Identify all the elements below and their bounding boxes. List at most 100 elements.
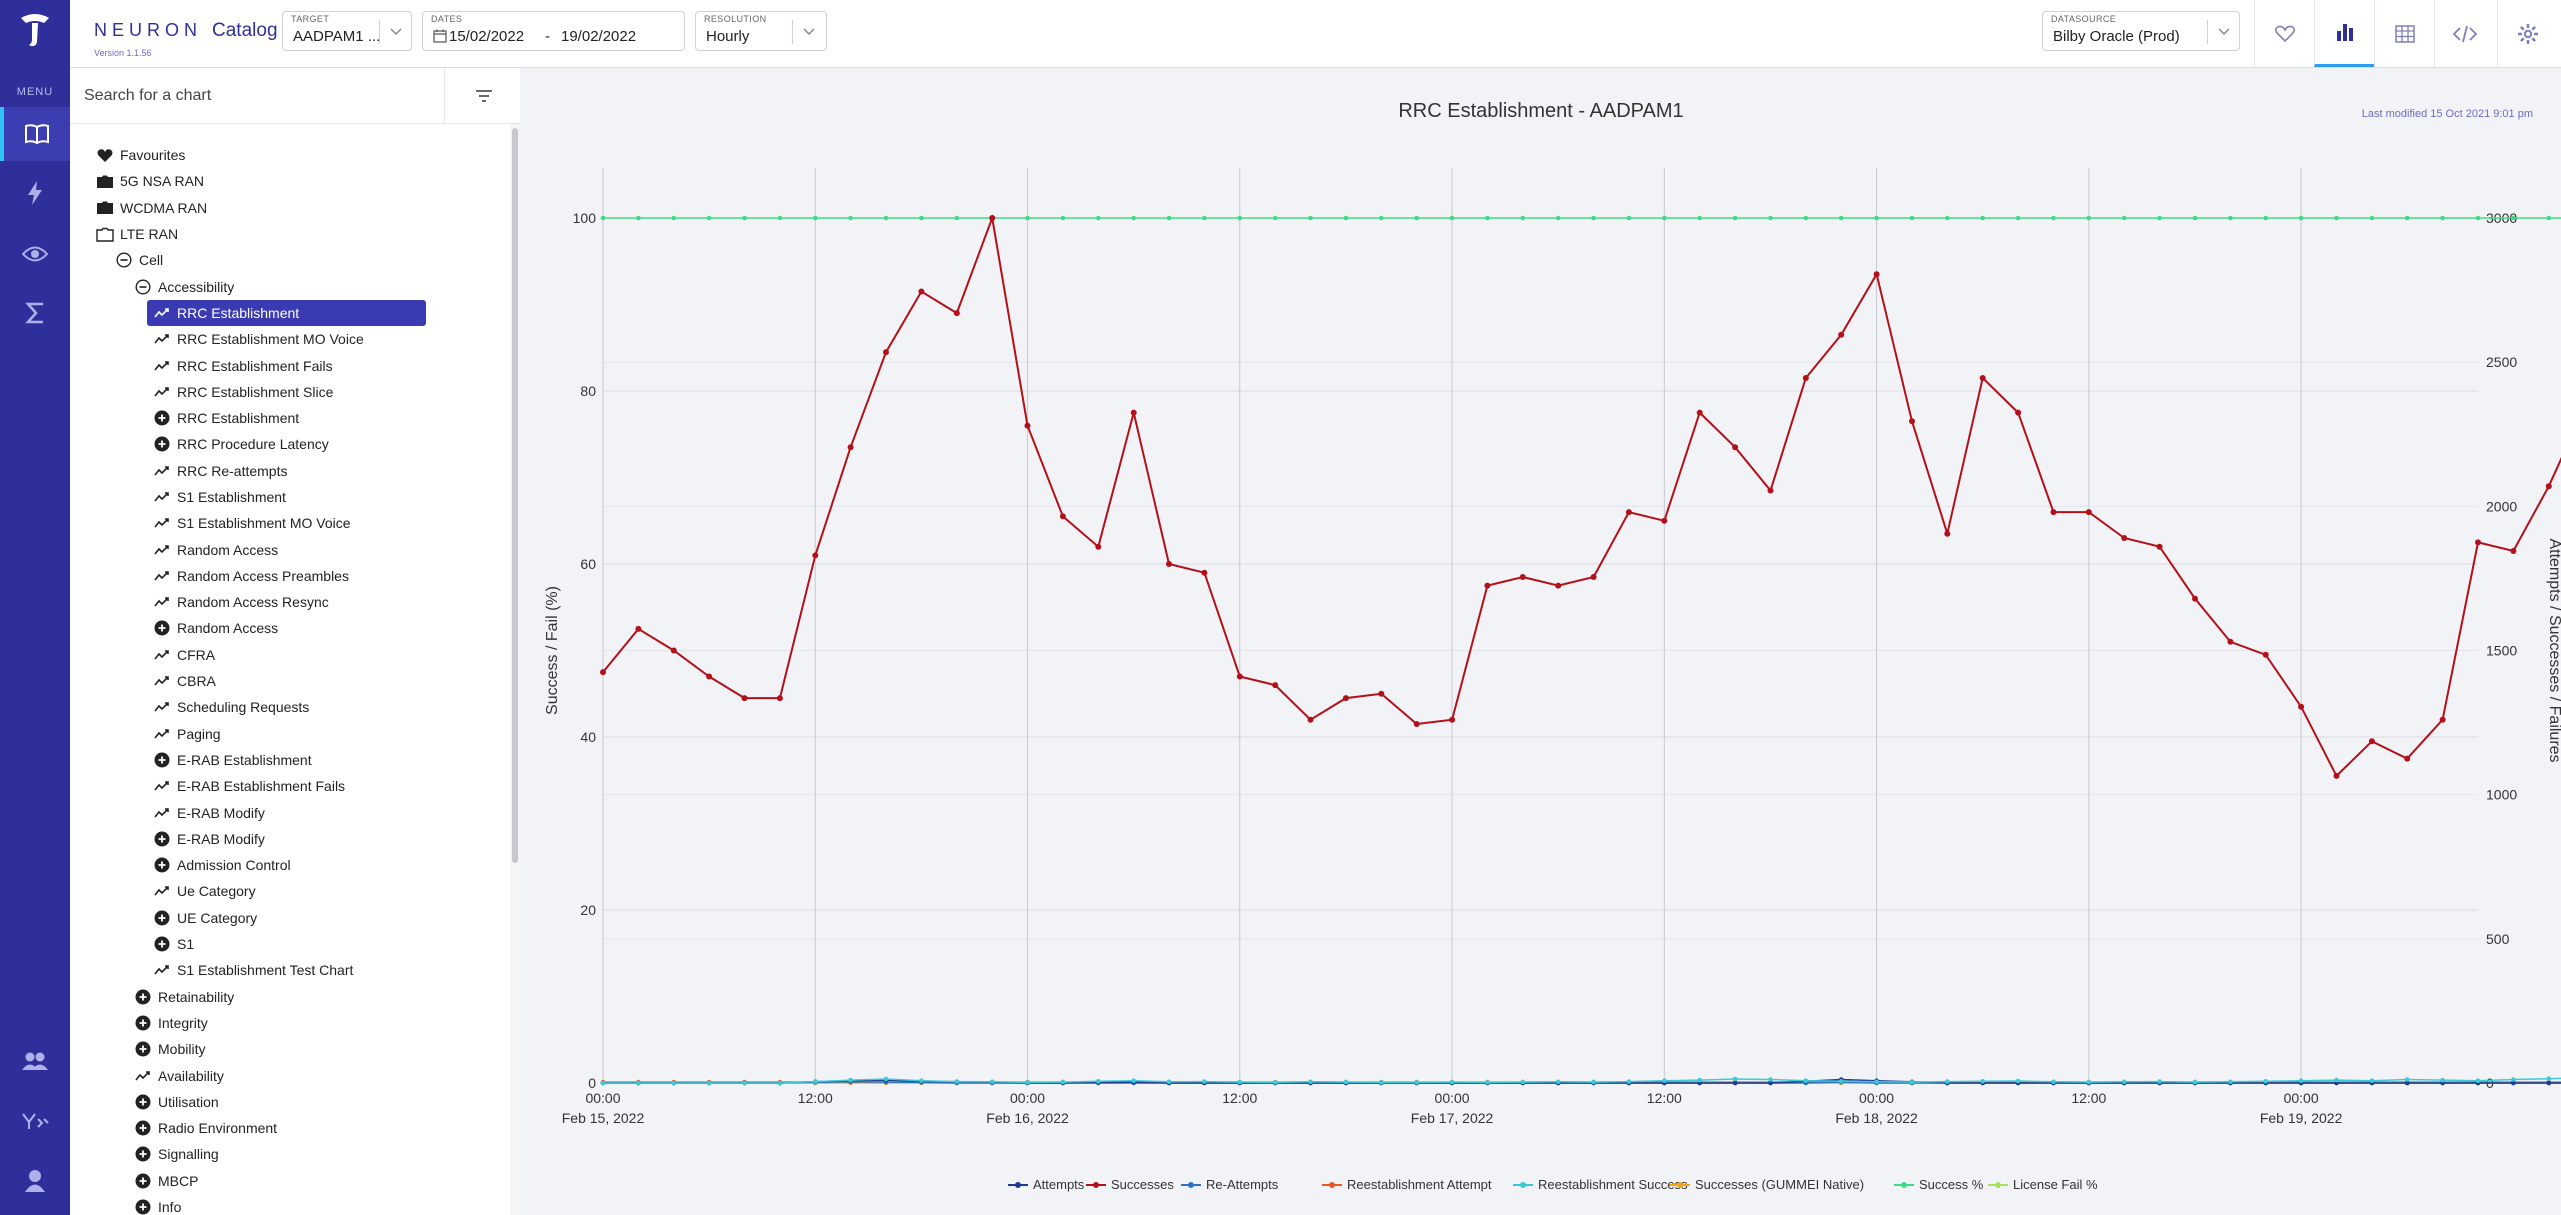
tree-item[interactable]: Admission Control: [90, 852, 510, 878]
tree-item[interactable]: RRC Establishment: [147, 299, 426, 327]
collapse-icon[interactable]: [134, 278, 152, 296]
x-tick-time: 12:00: [1647, 1090, 1682, 1106]
tree-item[interactable]: RRC Re-attempts: [90, 458, 510, 484]
expand-icon[interactable]: [134, 988, 152, 1006]
tree-item[interactable]: RRC Establishment: [90, 405, 510, 431]
resolution-label: RESOLUTION: [704, 14, 767, 24]
tree-item[interactable]: WCDMA RAN: [90, 195, 510, 221]
tree-item[interactable]: Integrity: [90, 1010, 510, 1036]
tree-item[interactable]: Signalling: [90, 1141, 510, 1167]
tree-item[interactable]: RRC Establishment MO Voice: [90, 326, 510, 352]
expand-icon[interactable]: [153, 409, 171, 427]
expand-icon[interactable]: [153, 435, 171, 453]
tree-item[interactable]: S1 Establishment MO Voice: [90, 510, 510, 536]
tree-item[interactable]: Ue Category: [90, 878, 510, 904]
expand-icon[interactable]: [153, 830, 171, 848]
tree-item[interactable]: Accessibility: [90, 273, 510, 299]
user-icon[interactable]: [0, 1154, 70, 1208]
tree-item[interactable]: Random Access Resync: [90, 589, 510, 615]
tree-item-label: Admission Control: [177, 857, 291, 874]
chevron-down-icon[interactable]: [387, 22, 405, 40]
resolution-select[interactable]: RESOLUTION Hourly: [695, 11, 827, 51]
expand-icon[interactable]: [153, 856, 171, 874]
expand-icon[interactable]: [134, 1040, 152, 1058]
tree-item[interactable]: E-RAB Modify: [90, 826, 510, 852]
sigma-icon[interactable]: [0, 286, 70, 340]
sidebar-scrollbar-thumb[interactable]: [512, 128, 518, 863]
tree-item[interactable]: 5G NSA RAN: [90, 168, 510, 194]
tree-item-label: Retainability: [158, 988, 235, 1005]
y2-tick-label: 2500: [2486, 354, 2517, 370]
tree-item[interactable]: LTE RAN: [90, 221, 510, 247]
expand-icon[interactable]: [153, 619, 171, 637]
code-icon[interactable]: [2434, 0, 2494, 67]
tree-item[interactable]: E-RAB Establishment: [90, 747, 510, 773]
tree-item[interactable]: Cell: [90, 247, 510, 273]
tree-item[interactable]: Mobility: [90, 1036, 510, 1062]
heart-icon[interactable]: [2254, 0, 2314, 67]
formula-icon[interactable]: [0, 1094, 70, 1148]
date-start[interactable]: 15/02/2022: [449, 28, 524, 45]
tree-item[interactable]: Random Access: [90, 615, 510, 641]
series-point: [1414, 215, 1419, 221]
tree-item[interactable]: Random Access Preambles: [90, 563, 510, 589]
tree-item[interactable]: RRC Procedure Latency: [90, 431, 510, 457]
expand-icon[interactable]: [134, 1198, 152, 1215]
tree-item[interactable]: Utilisation: [90, 1089, 510, 1115]
expand-icon[interactable]: [134, 1014, 152, 1032]
tree-item[interactable]: Info: [90, 1194, 510, 1215]
tree-item[interactable]: CFRA: [90, 642, 510, 668]
tree-item[interactable]: S1 Establishment Test Chart: [90, 957, 510, 983]
telstra-logo[interactable]: [17, 12, 53, 50]
expand-icon[interactable]: [134, 1119, 152, 1137]
tree-item[interactable]: MBCP: [90, 1168, 510, 1194]
filter-icon[interactable]: [474, 86, 494, 106]
tree-item[interactable]: Random Access: [90, 536, 510, 562]
series-point: [2051, 1079, 2056, 1085]
tree-item[interactable]: Favourites: [90, 142, 510, 168]
tree-item[interactable]: RRC Establishment Slice: [90, 379, 510, 405]
series-point: [1202, 215, 1207, 221]
target-select[interactable]: TARGET AADPAM1 ...: [282, 11, 412, 51]
datasource-select[interactable]: DATASOURCE Bilby Oracle (Prod): [2042, 11, 2240, 51]
lightning-icon[interactable]: [0, 166, 70, 220]
date-end[interactable]: 19/02/2022: [561, 28, 636, 45]
collapse-icon[interactable]: [115, 251, 133, 269]
users-icon[interactable]: [0, 1034, 70, 1088]
chevron-down-icon[interactable]: [800, 22, 818, 40]
expand-icon[interactable]: [134, 1172, 152, 1190]
legend-label: Success %: [1919, 1177, 1984, 1192]
tree-item[interactable]: CBRA: [90, 668, 510, 694]
expand-icon[interactable]: [153, 909, 171, 927]
tree-item[interactable]: Radio Environment: [90, 1115, 510, 1141]
tree-item[interactable]: UE Category: [90, 905, 510, 931]
eye-icon[interactable]: [0, 227, 70, 281]
search-input[interactable]: [84, 82, 444, 110]
y2-tick-label: 1500: [2486, 643, 2517, 659]
catalog-book-icon[interactable]: [0, 107, 70, 161]
tree-item[interactable]: Paging: [90, 721, 510, 747]
tree-item-label: RRC Re-attempts: [177, 462, 288, 479]
expand-icon[interactable]: [153, 935, 171, 953]
tree-item[interactable]: RRC Establishment Fails: [90, 352, 510, 378]
folder-open-icon: [96, 225, 114, 243]
tree-item[interactable]: Retainability: [90, 984, 510, 1010]
tree-item[interactable]: Availability: [90, 1062, 510, 1088]
expand-icon[interactable]: [134, 1145, 152, 1163]
tree-item[interactable]: Scheduling Requests: [90, 694, 510, 720]
dates-range-picker[interactable]: DATES 15/02/2022 - 19/02/2022: [422, 11, 685, 51]
tree-item[interactable]: E-RAB Establishment Fails: [90, 773, 510, 799]
bar-chart-icon[interactable]: [2314, 0, 2374, 67]
line-chart-icon: [153, 330, 171, 348]
expand-icon[interactable]: [153, 751, 171, 769]
tree-item[interactable]: S1 Establishment: [90, 484, 510, 510]
legend-marker: [1015, 1182, 1021, 1188]
gear-icon[interactable]: [2497, 0, 2557, 67]
tree-item[interactable]: S1: [90, 931, 510, 957]
chevron-down-icon[interactable]: [2215, 22, 2233, 40]
series-point: [2121, 535, 2128, 541]
tree-item[interactable]: E-RAB Modify: [90, 799, 510, 825]
table-icon[interactable]: [2374, 0, 2434, 67]
line-chart-icon: [134, 1067, 152, 1085]
expand-icon[interactable]: [134, 1093, 152, 1111]
